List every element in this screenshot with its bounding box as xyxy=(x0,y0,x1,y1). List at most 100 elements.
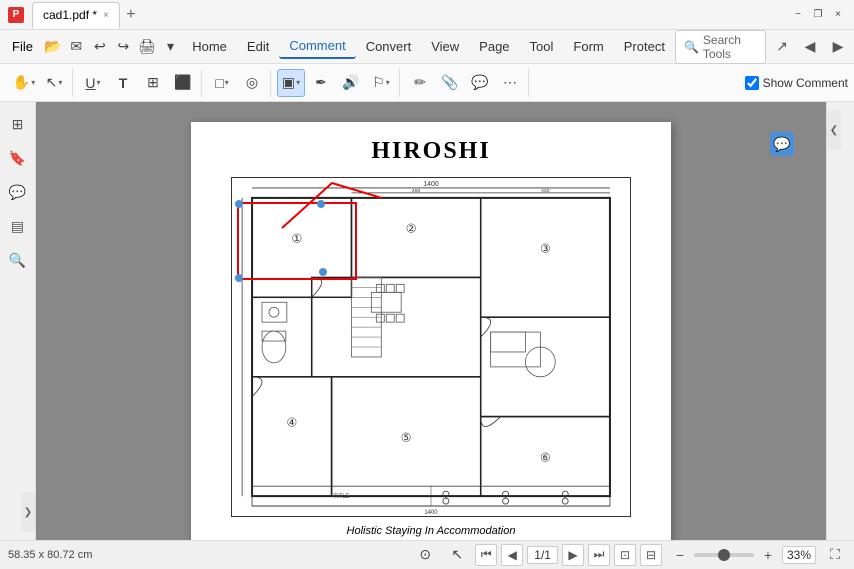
minimize-btn[interactable]: − xyxy=(790,7,806,23)
tool-group-shapes: □ ▾ ◎ xyxy=(204,69,271,97)
email-btn[interactable]: ✉ xyxy=(65,33,89,61)
print-btn[interactable]: 🖨 xyxy=(135,33,159,61)
more-icon: ⚐ xyxy=(372,74,385,91)
search-tools-label: Search Tools xyxy=(703,33,757,61)
menu-convert[interactable]: Convert xyxy=(356,35,422,58)
tool-group-attach: ✏ 📎 💬 ⋯ xyxy=(402,69,529,97)
menu-file[interactable]: File xyxy=(4,35,41,58)
zoom-percent[interactable]: 33% xyxy=(782,546,816,564)
page-title: HIROSHI xyxy=(371,138,490,165)
close-btn[interactable]: × xyxy=(830,7,846,23)
right-collapse-btn[interactable]: ❮ xyxy=(827,110,841,150)
show-comment-checkbox[interactable] xyxy=(745,76,759,90)
select-icon: ↖ xyxy=(46,74,58,91)
fullscreen-btn[interactable]: ⛶ xyxy=(824,544,846,566)
attach-icon: 📎 xyxy=(441,74,458,91)
share-btn[interactable]: ↗ xyxy=(770,35,794,59)
extra-tool-btn[interactable]: ⋯ xyxy=(496,69,524,97)
show-comment-text: Show Comment xyxy=(763,76,848,90)
thumbnail-btn[interactable]: ⊞ xyxy=(4,110,32,138)
tab-label: cad1.pdf * xyxy=(43,8,97,22)
window-controls: − ❐ × xyxy=(790,7,846,23)
nav-first-btn[interactable]: ⏮ xyxy=(475,544,497,566)
svg-text:⑥: ⑥ xyxy=(540,450,551,464)
show-comment-label[interactable]: Show Comment xyxy=(745,76,848,90)
svg-text:450: 450 xyxy=(412,188,421,194)
zoom-in-btn[interactable]: + xyxy=(758,545,778,565)
search-side-btn[interactable]: 🔍 xyxy=(4,246,32,274)
callout-tool-btn[interactable]: ⬛ xyxy=(169,69,197,97)
pencil-tool-btn[interactable]: ✏ xyxy=(406,69,434,97)
textbox-icon: ⊞ xyxy=(147,74,159,91)
shape-icon: □ xyxy=(215,75,223,91)
search-icon: 🔍 xyxy=(684,40,699,54)
underline-tool-btn[interactable]: U ▾ xyxy=(79,69,107,97)
tab-cad1[interactable]: cad1.pdf * × xyxy=(32,2,120,28)
tool-group-main: ✋ ▾ ↖ ▾ xyxy=(6,69,73,97)
svg-text:①: ① xyxy=(291,232,302,246)
select-mode-btn[interactable]: ↖ xyxy=(443,541,471,569)
signature-icon: ✒ xyxy=(315,74,327,91)
fit-page-btn[interactable]: ⊟ xyxy=(640,544,662,566)
textbox-tool-btn[interactable]: ⊞ xyxy=(139,69,167,97)
menu-page[interactable]: Page xyxy=(469,35,519,58)
stamp-icon: ◎ xyxy=(246,74,258,91)
page-number: 1/1 xyxy=(527,546,558,564)
pdf-page: HIROSHI xyxy=(191,122,671,540)
audio-icon: 🔊 xyxy=(342,74,359,91)
new-tab-btn[interactable]: + xyxy=(120,4,142,26)
restore-btn[interactable]: ❐ xyxy=(810,7,826,23)
page-subtitle: Holistic Staying In Accommodation xyxy=(347,525,516,537)
left-collapse-btn[interactable]: ❯ xyxy=(21,492,35,532)
forward-btn[interactable]: ▶ xyxy=(826,35,850,59)
cursor-mode-btn[interactable]: ⊙ xyxy=(411,541,439,569)
comment-panel-btn[interactable]: 💬 xyxy=(4,178,32,206)
svg-text:③: ③ xyxy=(540,242,551,256)
page-inner: HIROSHI xyxy=(191,122,671,540)
menu-edit[interactable]: Edit xyxy=(237,35,279,58)
underline-icon: U xyxy=(85,75,95,91)
chevron-down-icon: ▾ xyxy=(31,78,35,87)
bookmark-btn[interactable]: 🔖 xyxy=(4,144,32,172)
hand-tool-btn[interactable]: ✋ ▾ xyxy=(10,69,38,97)
layers-btn[interactable]: ▤ xyxy=(4,212,32,240)
undo-btn[interactable]: ↩ xyxy=(88,33,112,61)
page-dimensions: 58.35 x 80.72 cm xyxy=(8,549,92,561)
menu-tool[interactable]: Tool xyxy=(520,35,564,58)
menu-home[interactable]: Home xyxy=(182,35,237,58)
signature-tool-btn[interactable]: ✒ xyxy=(307,69,335,97)
select-tool-btn[interactable]: ↖ ▾ xyxy=(40,69,68,97)
stamp-tool-btn[interactable]: ◎ xyxy=(238,69,266,97)
search-tools-box[interactable]: 🔍 Search Tools xyxy=(675,30,766,64)
open-btn[interactable]: 📂 xyxy=(41,33,65,61)
tab-bar: cad1.pdf * × + xyxy=(32,2,786,28)
floating-comment-btn[interactable]: 💬 xyxy=(770,132,794,156)
text-tool-btn[interactable]: T xyxy=(109,69,137,97)
pencil-icon: ✏ xyxy=(414,74,426,91)
back-btn[interactable]: ◀ xyxy=(798,35,822,59)
chevron-down-icon5: ▾ xyxy=(296,78,300,87)
comment-panel-toggle[interactable]: 💬 xyxy=(466,69,494,97)
zoom-out-btn[interactable]: − xyxy=(670,545,690,565)
fit-width-btn[interactable]: ⊡ xyxy=(614,544,636,566)
nav-next-btn[interactable]: ▶ xyxy=(562,544,584,566)
dropdown-btn[interactable]: ▾ xyxy=(159,33,183,61)
menu-comment[interactable]: Comment xyxy=(279,34,355,59)
tool-group-text: U ▾ T ⊞ ⬛ xyxy=(75,69,202,97)
nav-prev-btn[interactable]: ◀ xyxy=(501,544,523,566)
audio-tool-btn[interactable]: 🔊 xyxy=(337,69,365,97)
menu-view[interactable]: View xyxy=(421,35,469,58)
svg-text:TITLE: TITLE xyxy=(333,494,349,500)
menu-protect[interactable]: Protect xyxy=(614,35,675,58)
menu-form[interactable]: Form xyxy=(563,35,613,58)
attach-tool-btn[interactable]: 📎 xyxy=(436,69,464,97)
zoom-slider[interactable] xyxy=(694,553,754,557)
shape-tool-btn[interactable]: □ ▾ xyxy=(208,69,236,97)
zoom-thumb xyxy=(718,549,730,561)
redo-btn[interactable]: ↪ xyxy=(112,33,136,61)
more-tool-btn[interactable]: ⚐ ▾ xyxy=(367,69,395,97)
tab-close-btn[interactable]: × xyxy=(103,10,109,21)
nav-last-btn[interactable]: ⏭ xyxy=(588,544,610,566)
highlight-tool-btn[interactable]: ▣ ▾ xyxy=(277,69,305,97)
highlight-icon: ▣ xyxy=(282,74,295,91)
